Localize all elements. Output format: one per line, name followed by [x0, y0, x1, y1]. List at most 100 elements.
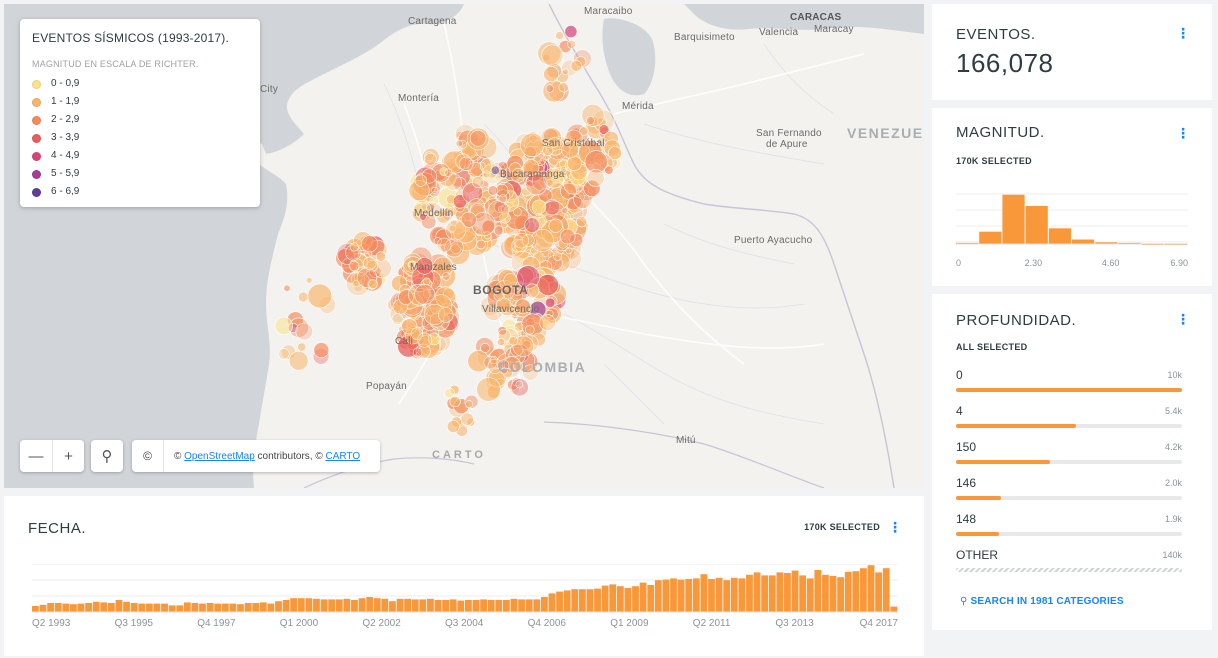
earthquake-point — [562, 68, 569, 76]
city-label: San Fernando — [756, 128, 822, 139]
earthquake-point — [438, 307, 454, 323]
category-bar-fill — [956, 532, 999, 536]
city-label: Manizales — [410, 262, 457, 273]
fecha-bar — [685, 579, 693, 612]
earthquake-point — [531, 199, 547, 215]
earthquake-point — [297, 342, 307, 352]
fecha-bar — [480, 599, 487, 612]
fecha-menu-icon[interactable]: ⋮ — [888, 520, 902, 534]
earthquake-point — [490, 165, 501, 175]
fecha-bar — [632, 586, 639, 612]
legend-dot-icon — [32, 79, 41, 89]
fecha-bar — [366, 597, 374, 612]
category-bar-track — [956, 424, 1182, 428]
category-count: 1.9k — [1164, 514, 1182, 524]
fecha-bar — [335, 599, 343, 612]
magnitud-bar — [1002, 194, 1025, 244]
search-categories-label: SEARCH IN 1981 CATEGORIES — [970, 596, 1124, 607]
earthquake-point — [541, 44, 564, 67]
magnitud-widget: MAGNITUD. 170K SELECTED ⋮ 0 2.30 4.60 6.90 — [932, 108, 1212, 286]
category-row[interactable]: 148 1.9k — [956, 512, 1182, 542]
fecha-bar — [107, 603, 115, 612]
fecha-bar — [708, 579, 715, 612]
carto-link[interactable]: CARTO — [326, 451, 361, 462]
legend-label: 2 - 2,9 — [51, 114, 80, 125]
osm-link[interactable]: OpenStreetMap — [184, 451, 255, 462]
earthquake-point — [444, 168, 453, 177]
fecha-bar — [404, 598, 412, 612]
city-label: Mitú — [676, 435, 696, 446]
category-row[interactable]: 146 2.0k — [956, 476, 1182, 506]
fecha-selected-count: 170K SELECTED — [804, 522, 880, 532]
fecha-tick-label: Q2 2011 — [693, 618, 731, 629]
legend-label: 3 - 3,9 — [51, 132, 80, 143]
city-label: Puerto Ayacucho — [734, 235, 813, 246]
search-button[interactable]: ⚲ — [91, 440, 123, 472]
map[interactable]: Cartagena Maracaibo CARACAS Maracay Barq… — [4, 4, 924, 488]
earthquake-point — [524, 324, 535, 335]
earthquake-point — [558, 82, 569, 93]
fecha-histogram[interactable]: Q2 1993 Q3 1995 Q4 1997 Q1 2000 Q2 2002 Q3 20… — [32, 564, 898, 636]
eventos-menu-icon[interactable]: ⋮ — [1176, 26, 1190, 40]
magnitud-title: MAGNITUD. — [956, 124, 1045, 141]
earthquake-point — [313, 342, 330, 359]
magnitud-bar — [1072, 239, 1095, 244]
earthquake-point — [548, 218, 563, 233]
fecha-bar — [39, 604, 47, 612]
fecha-bar — [92, 601, 100, 612]
fecha-bar — [381, 598, 389, 612]
magnitud-menu-icon[interactable]: ⋮ — [1176, 126, 1190, 140]
fecha-tick-label: Q2 1993 — [32, 618, 71, 629]
earthquake-point — [295, 322, 314, 341]
fecha-bar — [389, 601, 396, 612]
category-bar-track — [956, 388, 1182, 392]
zoom-in-button[interactable]: + — [52, 440, 84, 472]
category-row[interactable]: OTHER 140k — [956, 548, 1182, 578]
zoom-out-button[interactable]: — — [20, 440, 52, 472]
eventos-value: 166,078 — [956, 48, 1054, 78]
fecha-bar — [609, 584, 617, 612]
earthquake-point — [497, 337, 506, 346]
fecha-bar — [275, 601, 282, 612]
fecha-bar — [123, 601, 130, 612]
fecha-bar — [138, 603, 146, 612]
fecha-bar — [419, 599, 427, 612]
earthquake-point — [465, 400, 473, 409]
legend-label: 1 - 1,9 — [51, 96, 80, 107]
profundidad-menu-icon[interactable]: ⋮ — [1176, 312, 1190, 326]
category-name: 146 — [956, 476, 977, 490]
earthquake-point — [424, 152, 437, 166]
fecha-tick-label: Q3 1995 — [115, 618, 154, 629]
city-label: Valencia — [759, 27, 799, 38]
category-name: 0 — [956, 368, 963, 382]
fecha-bar — [518, 599, 525, 612]
earthquake-point — [445, 219, 467, 241]
category-name: 4 — [956, 404, 963, 418]
earthquake-point — [564, 25, 578, 38]
category-row[interactable]: 150 4.2k — [956, 440, 1182, 470]
legend-dot-icon — [32, 169, 41, 179]
earthquake-point — [442, 272, 451, 281]
city-label: Cali — [395, 336, 414, 347]
magnitud-histogram[interactable]: 0 2.30 4.60 6.90 — [956, 188, 1192, 270]
fecha-bar — [168, 605, 176, 612]
fecha-bar — [768, 575, 776, 612]
legend-item: 1 - 1,9 — [32, 93, 248, 111]
legend-label: 0 - 0,9 — [51, 78, 80, 89]
fecha-bar — [502, 600, 510, 612]
fecha-bar — [647, 585, 655, 612]
earthquake-point — [493, 225, 505, 236]
city-label: Villavicencio — [482, 304, 540, 315]
legend-subtitle: MAGNITUD EN ESCALA DE RICHTER. — [32, 59, 199, 69]
search-categories-link[interactable]: ⚲ SEARCH IN 1981 CATEGORIES — [960, 596, 1124, 607]
fecha-bar — [343, 598, 351, 612]
category-row[interactable]: 0 10k — [956, 368, 1182, 398]
copyright-icon[interactable]: © — [132, 440, 164, 472]
fecha-bar — [449, 599, 457, 612]
earthquake-point — [375, 251, 387, 262]
earthquake-point — [524, 217, 540, 233]
fecha-bar — [616, 586, 624, 612]
category-row[interactable]: 4 5.4k — [956, 404, 1182, 434]
fecha-bar — [860, 568, 867, 612]
fecha-bar — [799, 575, 807, 612]
